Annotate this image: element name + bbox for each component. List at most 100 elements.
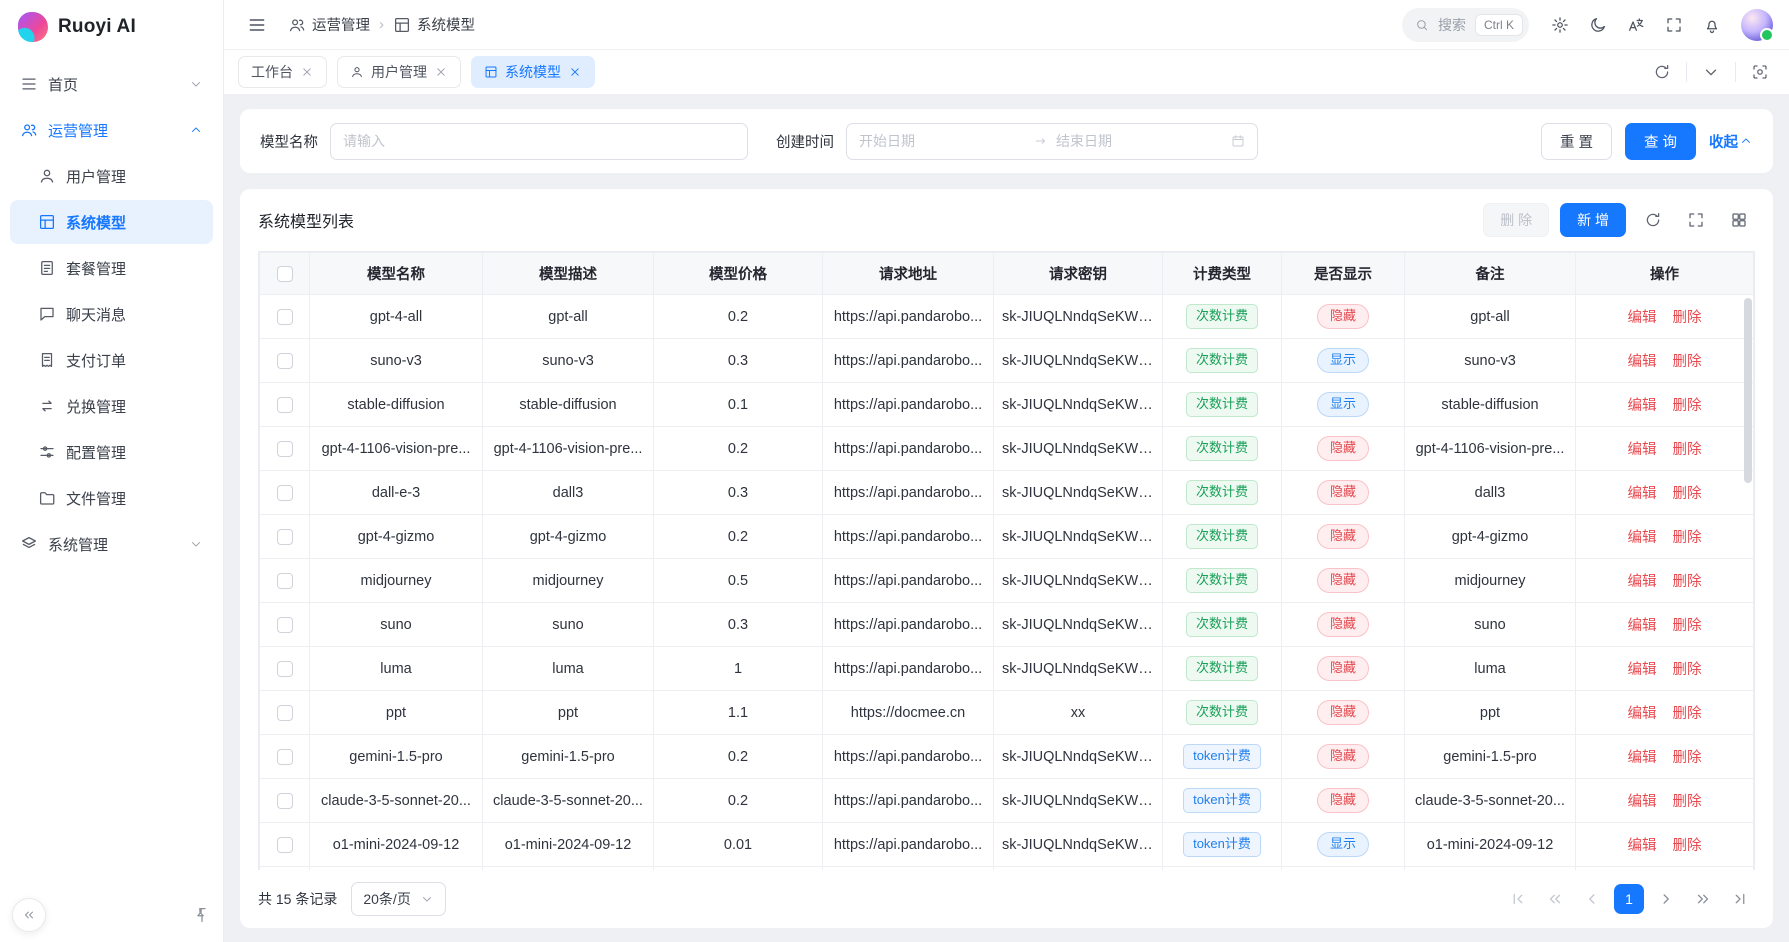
delete-link[interactable]: 删除: [1673, 354, 1702, 370]
first-page-button[interactable]: [1503, 884, 1533, 914]
cell-model-price: 0.01: [654, 823, 823, 867]
content-fullscreen-button[interactable]: [1745, 57, 1775, 87]
sidebar-sub-item[interactable]: 文件管理: [10, 476, 213, 520]
column-settings-button[interactable]: [1723, 204, 1755, 236]
select-all-checkbox[interactable]: [277, 266, 293, 282]
last-page-button[interactable]: [1725, 884, 1755, 914]
page-number-current[interactable]: 1: [1614, 884, 1644, 914]
settings-button[interactable]: [1543, 8, 1577, 42]
delete-link[interactable]: 删除: [1673, 486, 1702, 502]
sidebar-sub-item[interactable]: 配置管理: [10, 430, 213, 474]
collapse-filter-link[interactable]: 收起: [1709, 131, 1753, 152]
model-name-input[interactable]: 请输入: [330, 123, 748, 160]
row-checkbox[interactable]: [277, 617, 293, 633]
row-checkbox[interactable]: [277, 397, 293, 413]
edit-link[interactable]: 编辑: [1628, 706, 1657, 722]
sidebar-group[interactable]: 运营管理: [10, 108, 213, 152]
sidebar-sub-item[interactable]: 系统模型: [10, 200, 213, 244]
search-button[interactable]: 查 询: [1625, 123, 1696, 160]
cell-model-name: midjourney: [310, 559, 483, 603]
delete-link[interactable]: 删除: [1673, 794, 1702, 810]
reset-button[interactable]: 重 置: [1541, 123, 1612, 160]
delete-link[interactable]: 删除: [1673, 618, 1702, 634]
row-checkbox[interactable]: [277, 705, 293, 721]
user-avatar[interactable]: [1741, 9, 1773, 41]
sidebar-sub-item[interactable]: 兑换管理: [10, 384, 213, 428]
edit-link[interactable]: 编辑: [1628, 574, 1657, 590]
jump-back-button[interactable]: [1540, 884, 1570, 914]
breadcrumb-item-system-model[interactable]: 系统模型: [393, 14, 475, 35]
dark-mode-button[interactable]: [1581, 8, 1615, 42]
edit-link[interactable]: 编辑: [1628, 662, 1657, 678]
cell-model-price: 1: [654, 647, 823, 691]
sidebar-sub-item[interactable]: 套餐管理: [10, 246, 213, 290]
delete-link[interactable]: 删除: [1673, 530, 1702, 546]
edit-link[interactable]: 编辑: [1628, 750, 1657, 766]
menu-toggle-button[interactable]: [240, 8, 274, 42]
sidebar-sub-item[interactable]: 用户管理: [10, 154, 213, 198]
row-checkbox[interactable]: [277, 661, 293, 677]
row-checkbox[interactable]: [277, 309, 293, 325]
edit-link[interactable]: 编辑: [1628, 442, 1657, 458]
row-checkbox[interactable]: [277, 573, 293, 589]
tab-label: 系统模型: [505, 62, 561, 82]
date-range-picker[interactable]: 开始日期 结束日期: [846, 123, 1258, 160]
sidebar-sub-item[interactable]: 支付订单: [10, 338, 213, 382]
delete-link[interactable]: 删除: [1673, 442, 1702, 458]
row-checkbox[interactable]: [277, 353, 293, 369]
table-scrollbar-thumb[interactable]: [1744, 298, 1752, 483]
delete-link[interactable]: 删除: [1673, 838, 1702, 854]
language-button[interactable]: [1619, 8, 1653, 42]
jump-forward-button[interactable]: [1688, 884, 1718, 914]
close-icon[interactable]: [434, 65, 448, 79]
refresh-tab-button[interactable]: [1647, 57, 1677, 87]
row-checkbox[interactable]: [277, 749, 293, 765]
table-fullscreen-button[interactable]: [1680, 204, 1712, 236]
edit-link[interactable]: 编辑: [1628, 530, 1657, 546]
add-button[interactable]: 新 增: [1560, 203, 1626, 237]
tab-1[interactable]: 用户管理: [337, 56, 461, 88]
sidebar-collapse-button[interactable]: [12, 898, 46, 932]
delete-link[interactable]: 删除: [1673, 398, 1702, 414]
close-icon[interactable]: [300, 65, 314, 79]
row-checkbox[interactable]: [277, 485, 293, 501]
row-checkbox[interactable]: [277, 529, 293, 545]
notifications-button[interactable]: [1695, 8, 1729, 42]
refresh-list-button[interactable]: [1637, 204, 1669, 236]
delete-link[interactable]: 删除: [1673, 706, 1702, 722]
next-page-button[interactable]: [1651, 884, 1681, 914]
delete-selected-button[interactable]: 删 除: [1483, 203, 1549, 237]
tab-2[interactable]: 系统模型: [471, 56, 595, 88]
delete-link[interactable]: 删除: [1673, 574, 1702, 590]
row-checkbox[interactable]: [277, 441, 293, 457]
close-icon[interactable]: [568, 65, 582, 79]
sidebar-sub-item[interactable]: 聊天消息: [10, 292, 213, 336]
sidebar-pin-button[interactable]: [193, 906, 211, 924]
global-search[interactable]: 搜索 Ctrl K: [1402, 8, 1529, 42]
breadcrumb-item-operations[interactable]: 运营管理: [288, 14, 370, 35]
edit-link[interactable]: 编辑: [1628, 354, 1657, 370]
delete-link[interactable]: 删除: [1673, 662, 1702, 678]
sidebar-group[interactable]: 首页: [10, 62, 213, 106]
sidebar-group[interactable]: 系统管理: [10, 522, 213, 566]
delete-link[interactable]: 删除: [1673, 750, 1702, 766]
cell-request-url: https://api.pandarobo...: [823, 339, 994, 383]
delete-link[interactable]: 删除: [1673, 310, 1702, 326]
app-logo[interactable]: Ruoyi AI: [0, 0, 223, 54]
prev-page-button[interactable]: [1577, 884, 1607, 914]
tab-options-button[interactable]: [1696, 57, 1726, 87]
edit-link[interactable]: 编辑: [1628, 310, 1657, 326]
fullscreen-button[interactable]: [1657, 8, 1691, 42]
grid-icon: [38, 213, 56, 231]
tab-0[interactable]: 工作台: [238, 56, 327, 88]
edit-link[interactable]: 编辑: [1628, 618, 1657, 634]
row-checkbox[interactable]: [277, 837, 293, 853]
edit-link[interactable]: 编辑: [1628, 794, 1657, 810]
edit-link[interactable]: 编辑: [1628, 398, 1657, 414]
edit-link[interactable]: 编辑: [1628, 486, 1657, 502]
edit-link[interactable]: 编辑: [1628, 838, 1657, 854]
page-size-select[interactable]: 20条/页: [351, 882, 445, 916]
topbar: 运营管理 › 系统模型 搜索 Ctrl K: [224, 0, 1789, 50]
layers-icon: [20, 535, 38, 553]
row-checkbox[interactable]: [277, 793, 293, 809]
